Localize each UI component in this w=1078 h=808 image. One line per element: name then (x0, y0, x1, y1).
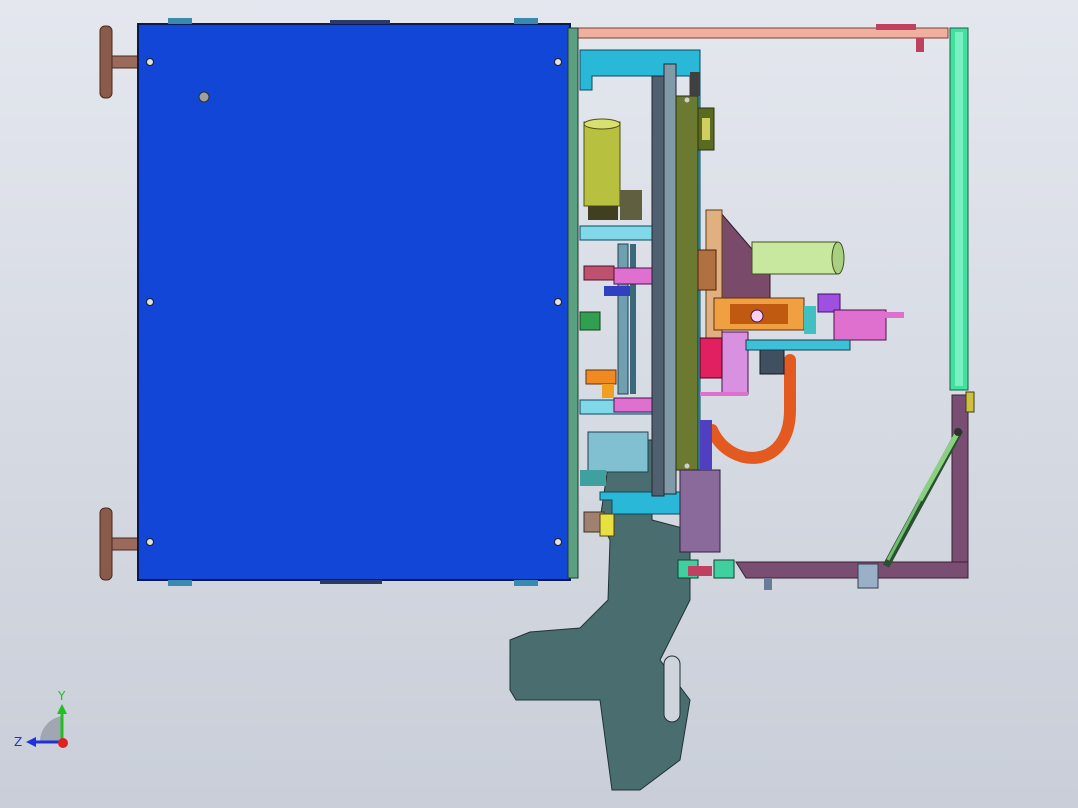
cabinet-door[interactable] (137, 18, 571, 586)
cad-viewport[interactable]: Y Z (0, 0, 1078, 808)
axis-triad: Y Z (14, 689, 68, 749)
mounting-slot (663, 655, 681, 723)
top-rail-clip (876, 24, 916, 30)
z-axis-label: Z (14, 735, 22, 749)
sensor-assembly (697, 209, 904, 396)
support-frame (735, 391, 975, 579)
handle-bottom[interactable] (99, 507, 143, 581)
top-rail-tab (916, 38, 924, 52)
handle-top[interactable] (99, 25, 143, 99)
motor (583, 121, 621, 207)
y-axis-label: Y (57, 689, 66, 703)
door-lock[interactable] (198, 91, 210, 103)
guide-rail-highlight (955, 32, 963, 386)
x-axis-origin (58, 738, 68, 748)
cad-drawing[interactable]: Y Z (0, 0, 1078, 808)
drive-mechanism (579, 63, 677, 537)
gripper (833, 309, 887, 341)
side-panel (567, 27, 579, 579)
roller-cylinder (751, 241, 839, 275)
